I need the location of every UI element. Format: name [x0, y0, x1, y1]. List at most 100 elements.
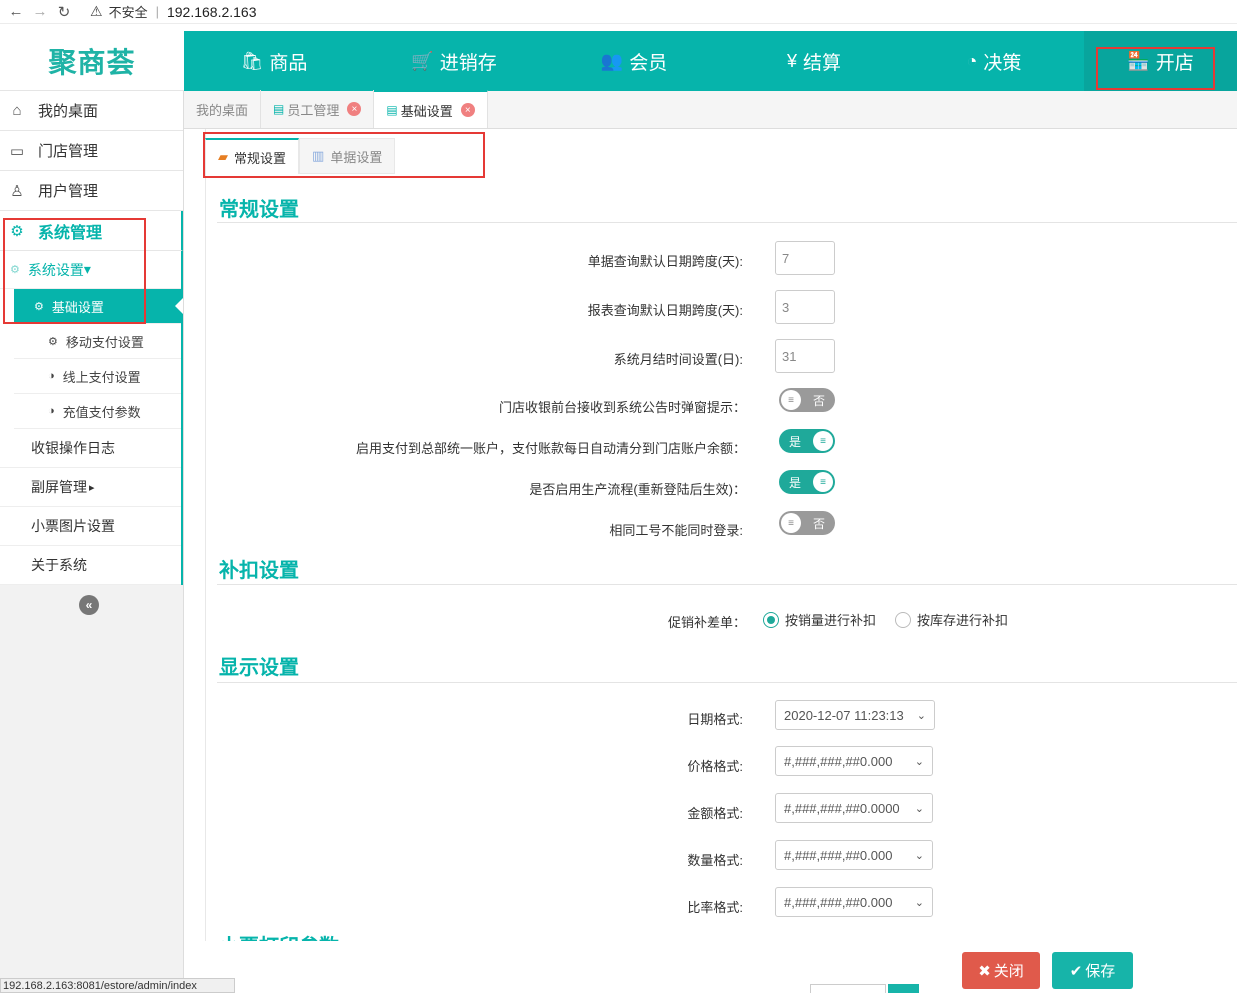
- query-days-input[interactable]: 7: [775, 241, 835, 275]
- sidebar-item-label: 用户管理: [38, 183, 99, 200]
- production-toggle[interactable]: 是 ≡: [779, 470, 835, 494]
- chevron-down-icon: ⌄: [916, 709, 926, 722]
- submenu-item-basic[interactable]: ⚙ 基础设置: [14, 289, 183, 324]
- same-id-toggle[interactable]: ≡ 否: [779, 511, 835, 535]
- radio-unchecked-icon: [895, 611, 911, 628]
- chevron-down-icon: ⌄: [914, 802, 924, 815]
- security-indicator[interactable]: ⚠ 不安全: [90, 2, 148, 21]
- pagination-button[interactable]: [888, 984, 919, 993]
- month-end-input[interactable]: 31: [775, 339, 835, 373]
- collapse-sidebar-icon[interactable]: «: [79, 595, 99, 615]
- qty-format-select[interactable]: #,###,###,##0.000 ⌄: [775, 840, 933, 870]
- sidebar-item-label: 关于系统: [31, 557, 87, 573]
- same-id-label: 相同工号不能同时登录:: [609, 523, 743, 538]
- report-days-label: 报表查询默认日期跨度(天):: [587, 303, 743, 318]
- tab-staff[interactable]: ▤ 员工管理 ×: [261, 90, 375, 128]
- toggle-knob-icon: ≡: [781, 390, 801, 410]
- system-submenu: ⚙ 系统设置 ▾ ⚙ 基础设置 ⚙ 移动支付设置 ◑ 线上支付设置 ◑ 充值支付…: [0, 251, 183, 585]
- tab-desktop[interactable]: 我的桌面: [184, 90, 262, 128]
- promo-deduct-label: 促销补差单：: [667, 615, 746, 630]
- subtab-documents[interactable]: ▥ 单据设置: [299, 138, 396, 174]
- radio-label: 按库存进行补扣: [917, 613, 1009, 628]
- top-nav: 🛍 商品 🛒 进销存 👥 会员 ¥ 结算 ◔ 决策 🏪 开店: [184, 31, 1237, 91]
- select-value: 2020-12-07 11:23:13: [784, 707, 904, 723]
- topnav-members[interactable]: 👥 会员: [544, 31, 724, 91]
- sidebar-item-second-screen[interactable]: 副屏管理 ▸: [0, 468, 181, 507]
- gear-icon: ⚙: [10, 222, 24, 240]
- chevron-down-icon: ⌄: [914, 896, 924, 909]
- radio-by-sales[interactable]: 按销量进行补扣: [763, 610, 876, 629]
- section-title-deduct: 补扣设置: [219, 560, 299, 582]
- notice-popup-toggle[interactable]: ≡ 否: [779, 388, 835, 412]
- topnav-open-store[interactable]: 🏪 开店: [1084, 31, 1237, 91]
- submenu-system-settings[interactable]: ⚙ 系统设置 ▾: [0, 251, 181, 289]
- toggle-knob-icon: ≡: [781, 513, 801, 533]
- warning-icon: ⚠: [90, 3, 103, 19]
- toggle-label: 否: [813, 393, 826, 408]
- close-icon[interactable]: ×: [460, 103, 475, 117]
- logo[interactable]: 聚商荟: [0, 31, 184, 91]
- sidebar-item-label: 收银操作日志: [31, 440, 115, 456]
- ratio-format-select[interactable]: #,###,###,##0.000 ⌄: [775, 887, 933, 917]
- book-icon: ▰: [218, 149, 228, 164]
- half-circle-icon: ◑: [48, 370, 55, 382]
- close-icon[interactable]: ×: [347, 102, 362, 116]
- sidebar-item-receipt-image[interactable]: 小票图片设置: [0, 507, 181, 546]
- gear-icon: ⚙: [34, 300, 44, 313]
- topnav-label: 进销存: [439, 52, 497, 74]
- sidebar-item-system[interactable]: ⚙ 系统管理: [0, 211, 183, 251]
- select-value: #,###,###,##0.000: [784, 847, 893, 863]
- hq-account-toggle[interactable]: 是 ≡: [779, 429, 835, 453]
- sidebar-item-about[interactable]: 关于系统: [0, 546, 181, 585]
- topnav-inventory[interactable]: 🛒 进销存: [364, 31, 544, 91]
- section-title-general: 常规设置: [219, 199, 299, 221]
- month-end-label: 系统月结时间设置(日):: [613, 352, 743, 367]
- tab-basic-settings[interactable]: ▤ 基础设置 ×: [374, 90, 488, 128]
- section-divider: [217, 682, 1237, 683]
- sidebar-item-desktop[interactable]: ⌂ 我的桌面: [0, 91, 183, 131]
- topnav-label: 开店: [1155, 52, 1194, 74]
- submenu-title-label: 系统设置: [27, 261, 84, 278]
- sidebar-item-label: 我的桌面: [38, 103, 99, 120]
- date-format-select[interactable]: 2020-12-07 11:23:13 ⌄: [775, 700, 935, 730]
- sidebar-item-users[interactable]: ♙ 用户管理: [0, 171, 183, 211]
- submenu-item-recharge-pay[interactable]: ◑ 充值支付参数: [14, 394, 181, 429]
- date-format-label: 日期格式:: [687, 712, 743, 727]
- qty-format-label: 数量格式:: [687, 853, 743, 868]
- save-button-label: 保存: [1085, 963, 1116, 980]
- price-format-select[interactable]: #,###,###,##0.000 ⌄: [775, 746, 933, 776]
- check-icon: ✔: [1069, 962, 1083, 980]
- list-icon: ▤: [273, 102, 285, 116]
- logo-text: 聚商荟: [48, 46, 136, 78]
- submenu-item-online-pay[interactable]: ◑ 线上支付设置: [14, 359, 181, 394]
- sidebar-item-label: 系统管理: [38, 224, 103, 242]
- topnav-decision[interactable]: ◔ 决策: [904, 31, 1084, 91]
- reload-icon[interactable]: ↻: [52, 0, 76, 24]
- address-bar[interactable]: 192.168.2.163: [167, 4, 257, 20]
- radio-by-stock[interactable]: 按库存进行补扣: [895, 610, 1008, 629]
- save-button[interactable]: ✔ 保存: [1052, 952, 1133, 989]
- user-icon: ♙: [10, 182, 24, 200]
- sidebar-item-cashier-log[interactable]: 收银操作日志: [0, 429, 181, 468]
- close-button[interactable]: ✖ 关闭: [962, 952, 1040, 989]
- topnav-goods[interactable]: 🛍 商品: [184, 31, 364, 91]
- subtab-general[interactable]: ▰ 常规设置: [205, 138, 300, 174]
- store-icon: ▭: [9, 142, 25, 160]
- sidebar-item-store[interactable]: ▭ 门店管理: [0, 131, 183, 171]
- barcode-icon: ▥: [312, 148, 325, 163]
- hq-account-label: 启用支付到总部统一账户，支付账款每日自动清分到门店账户余额：: [355, 441, 746, 456]
- gears-icon: ⚙: [48, 335, 58, 348]
- pagination-input[interactable]: [810, 984, 886, 993]
- topnav-settlement[interactable]: ¥ 结算: [724, 31, 904, 91]
- report-days-input[interactable]: 3: [775, 290, 835, 324]
- forward-icon[interactable]: →: [28, 0, 52, 24]
- submenu-item-mobile-pay[interactable]: ⚙ 移动支付设置: [14, 324, 181, 359]
- toggle-label: 是: [789, 475, 802, 490]
- url-separator: |: [155, 4, 159, 19]
- page-tabs: 我的桌面 ▤ 员工管理 × ▤ 基础设置 ×: [184, 90, 1237, 129]
- topnav-label: 决策: [983, 52, 1022, 74]
- amount-format-select[interactable]: #,###,###,##0.0000 ⌄: [775, 793, 933, 823]
- back-icon[interactable]: ←: [4, 0, 28, 24]
- production-label: 是否启用生产流程(重新登陆后生效)：: [529, 482, 746, 497]
- submenu-item-label: 移动支付设置: [65, 334, 144, 350]
